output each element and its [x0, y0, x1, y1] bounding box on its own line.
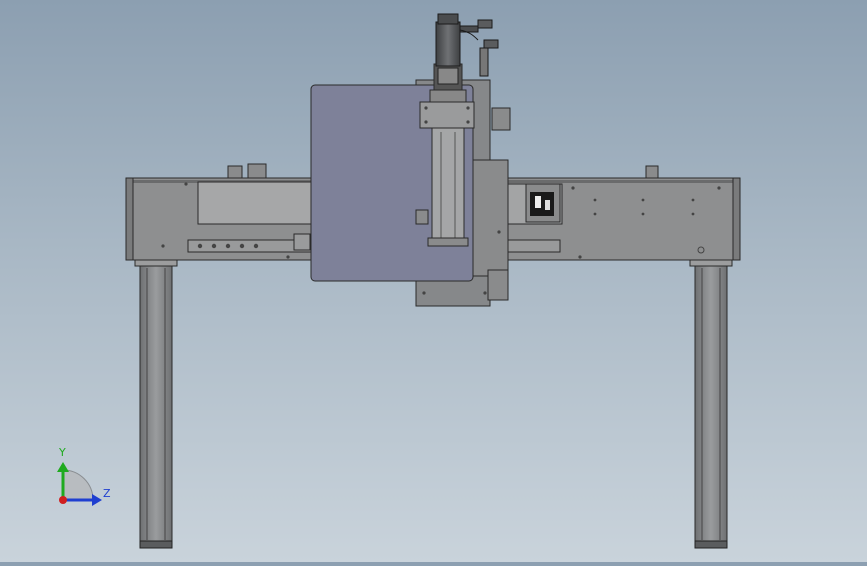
- cad-viewport[interactable]: Y Z: [0, 0, 867, 562]
- left-leg: [134, 257, 178, 549]
- y-axis-label: Y: [58, 446, 66, 459]
- coordinate-triad: [57, 462, 102, 506]
- z-axis-label: Z: [103, 487, 111, 500]
- model-view[interactable]: Y Z: [0, 0, 867, 562]
- right-leg: [689, 257, 733, 549]
